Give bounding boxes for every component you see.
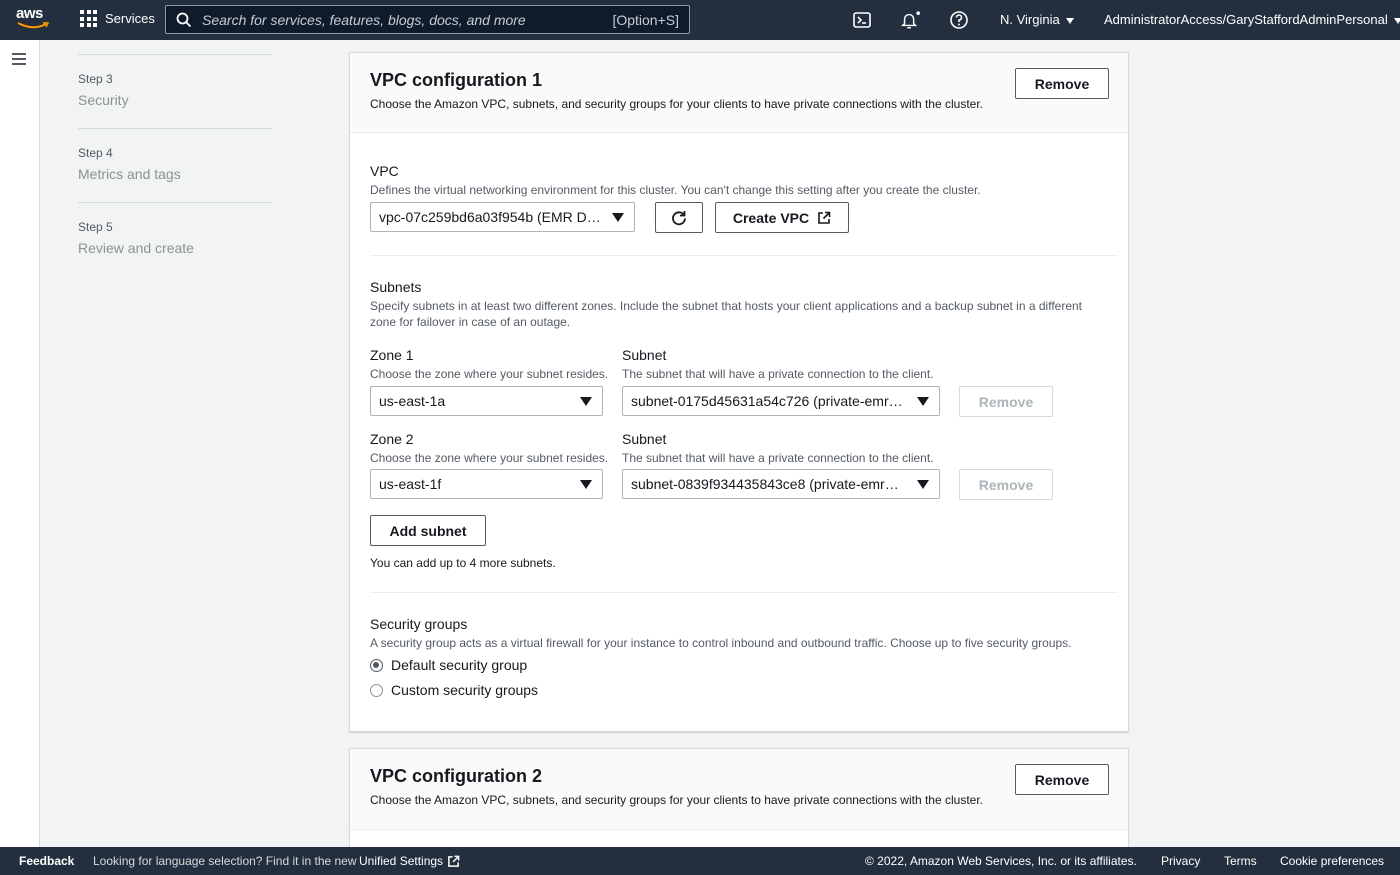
cookie-preferences-link[interactable]: Cookie preferences <box>1280 854 1384 868</box>
step-3: Step 3 Security <box>78 55 272 128</box>
remove-subnet-1-button: Remove <box>959 386 1053 417</box>
caret-down-icon <box>612 212 624 222</box>
zone-1-select[interactable]: us-east-1a <box>370 386 603 416</box>
step-link-metrics-and-tags[interactable]: Metrics and tags <box>78 166 272 182</box>
external-link-icon <box>448 855 460 867</box>
subnets-description: Specify subnets in at least two differen… <box>370 299 1083 329</box>
caret-down-icon <box>917 479 929 489</box>
zone-2-value: us-east-1f <box>379 476 442 492</box>
section-divider <box>370 255 1118 256</box>
remove-vpc-configuration-button[interactable]: Remove <box>1015 68 1109 99</box>
create-vpc-button[interactable]: Create VPC <box>715 202 849 233</box>
subnet-1-description: The subnet that will have a private conn… <box>622 367 934 381</box>
step-5: Step 5 Review and create <box>78 203 272 276</box>
vpc-description: Defines the virtual networking environme… <box>370 183 981 197</box>
aws-logo[interactable]: aws <box>16 6 50 34</box>
language-prompt: Looking for language selection? Find it … <box>93 854 357 868</box>
refresh-icon <box>672 210 686 225</box>
panel-header: VPC configuration 1 Choose the Amazon VP… <box>350 53 1128 133</box>
unified-settings-link[interactable]: Unified Settings <box>359 854 460 868</box>
zone-2-label: Zone 2 <box>370 431 414 447</box>
subnet-2-value: subnet-0839f934435843ce8 (private-emr… <box>631 476 899 492</box>
search-input[interactable] <box>192 11 613 28</box>
panel-description: Choose the Amazon VPC, subnets, and secu… <box>370 793 983 807</box>
side-navigation-rail <box>0 40 40 847</box>
services-menu[interactable]: Services <box>80 10 155 27</box>
security-groups-label: Security groups <box>370 616 468 632</box>
subnets-label: Subnets <box>370 279 422 295</box>
feedback-link[interactable]: Feedback <box>19 854 74 868</box>
vpc-configuration-1-panel: VPC configuration 1 Choose the Amazon VP… <box>349 52 1129 732</box>
step-number: Step 5 <box>78 220 113 234</box>
services-grid-icon <box>80 10 97 27</box>
vpc-label: VPC <box>370 163 399 179</box>
refresh-vpc-button[interactable] <box>655 202 703 233</box>
caret-down-icon <box>580 479 592 489</box>
footer-bar: Feedback Looking for language selection?… <box>0 847 1400 875</box>
region-label: N. Virginia <box>1000 12 1060 27</box>
step-link-review-and-create[interactable]: Review and create <box>78 240 272 256</box>
remove-subnet-2-button: Remove <box>959 469 1053 500</box>
security-groups-description: A security group acts as a virtual firew… <box>370 636 1072 650</box>
bell-icon[interactable] <box>900 10 920 30</box>
cloudshell-icon[interactable] <box>852 10 872 30</box>
remove-vpc-configuration-button[interactable]: Remove <box>1015 764 1109 795</box>
subnet-1-select[interactable]: subnet-0175d45631a54c726 (private-emr… <box>622 386 940 416</box>
zone-1-value: us-east-1a <box>379 393 446 409</box>
zone-2-select[interactable]: us-east-1f <box>370 469 603 499</box>
section-divider <box>370 592 1118 593</box>
caret-down-icon <box>580 396 592 406</box>
terms-link[interactable]: Terms <box>1224 854 1257 868</box>
search-shortcut: [Option+S] <box>612 11 679 28</box>
radio-unselected-icon[interactable] <box>370 683 383 697</box>
copyright-text: © 2022, Amazon Web Services, Inc. or its… <box>865 854 1137 868</box>
caret-down-icon <box>917 396 929 406</box>
aws-smile-icon <box>17 22 49 29</box>
menu-icon[interactable] <box>12 53 26 65</box>
panel-title: VPC configuration 2 <box>370 766 543 786</box>
aws-logo-text: aws <box>16 5 43 22</box>
panel-title: VPC configuration 1 <box>370 70 543 90</box>
wizard-steps: Step 3 Security Step 4 Metrics and tags … <box>78 54 272 276</box>
chevron-down-icon <box>1065 17 1074 24</box>
zone-2-description: Choose the zone where your subnet reside… <box>370 451 609 465</box>
region-selector[interactable]: N. Virginia <box>1000 12 1074 27</box>
vpc-configuration-2-panel: VPC configuration 2 Choose the Amazon VP… <box>349 748 1129 858</box>
top-navigation: aws Services [Option+S] N. Virginia <box>0 0 1400 40</box>
subnet-2-description: The subnet that will have a private conn… <box>622 451 934 465</box>
custom-security-groups-option[interactable]: Custom security groups <box>370 682 538 698</box>
search-box[interactable]: [Option+S] <box>165 5 690 34</box>
services-label: Services <box>105 11 155 26</box>
add-subnet-button[interactable]: Add subnet <box>370 515 486 546</box>
unified-settings-label: Unified Settings <box>359 854 444 868</box>
subnet-1-label: Subnet <box>622 347 667 363</box>
panel-header: VPC configuration 2 Choose the Amazon VP… <box>350 749 1128 830</box>
privacy-link[interactable]: Privacy <box>1161 854 1200 868</box>
radio-label: Default security group <box>391 657 528 673</box>
search-icon <box>176 12 192 27</box>
step-4: Step 4 Metrics and tags <box>78 129 272 202</box>
add-subnet-hint: You can add up to 4 more subnets. <box>370 556 556 570</box>
subnet-1-value: subnet-0175d45631a54c726 (private-emr… <box>631 393 903 409</box>
account-label: AdministratorAccess/GaryStaffordAdminPer… <box>1104 12 1388 27</box>
panel-description: Choose the Amazon VPC, subnets, and secu… <box>370 97 983 111</box>
subnet-2-label: Subnet <box>622 431 667 447</box>
subnet-2-select[interactable]: subnet-0839f934435843ce8 (private-emr… <box>622 469 940 499</box>
step-number: Step 3 <box>78 72 113 86</box>
create-vpc-label: Create VPC <box>732 209 810 226</box>
vpc-select[interactable]: vpc-07c259bd6a03f954b (EMR D… <box>370 202 635 232</box>
step-link-security[interactable]: Security <box>78 92 272 108</box>
chevron-down-icon <box>1393 17 1400 24</box>
vpc-selected-value: vpc-07c259bd6a03f954b (EMR D… <box>379 209 601 225</box>
zone-1-description: Choose the zone where your subnet reside… <box>370 367 609 381</box>
radio-label: Custom security groups <box>391 682 539 698</box>
step-number: Step 4 <box>78 146 113 160</box>
help-icon[interactable] <box>949 10 969 30</box>
external-link-icon <box>818 211 831 224</box>
default-security-group-option[interactable]: Default security group <box>370 657 527 673</box>
account-menu[interactable]: AdministratorAccess/GaryStaffordAdminPer… <box>1104 12 1400 27</box>
radio-selected-icon[interactable] <box>370 658 383 672</box>
zone-1-label: Zone 1 <box>370 347 414 363</box>
